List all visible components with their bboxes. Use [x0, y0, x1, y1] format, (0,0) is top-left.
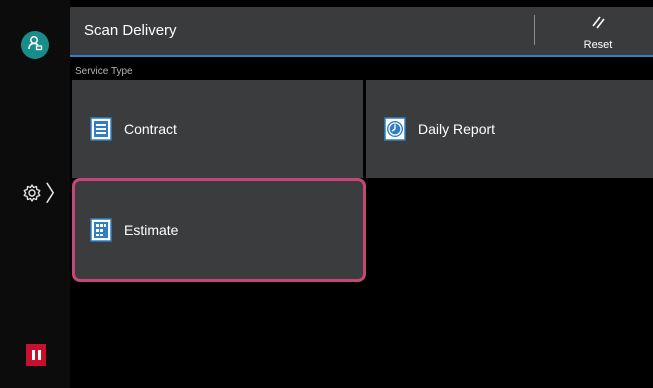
- document-list-icon: [90, 117, 112, 141]
- header-bar: Scan Delivery Reset: [70, 7, 653, 57]
- header-divider: [534, 15, 535, 45]
- tile-contract[interactable]: Contract: [72, 80, 363, 178]
- tile-daily-report-label: Daily Report: [418, 121, 496, 137]
- service-type-label: Service Type: [75, 66, 133, 77]
- reset-button[interactable]: Reset: [568, 12, 628, 52]
- tile-estimate[interactable]: Estimate: [72, 178, 366, 282]
- reset-label: Reset: [583, 39, 613, 51]
- pause-icon-bar-left: [31, 350, 35, 360]
- clock-icon: [384, 117, 406, 141]
- reset-icon: [588, 12, 608, 37]
- gear-icon: [22, 183, 42, 208]
- chevron-right-icon: 〉: [45, 181, 68, 206]
- tile-daily-report[interactable]: Daily Report: [366, 80, 653, 178]
- left-rail: 〉: [0, 0, 70, 388]
- calculator-document-icon: [90, 218, 112, 242]
- pause-button[interactable]: [26, 344, 46, 366]
- pause-icon-bar-right: [37, 350, 41, 360]
- tile-estimate-label: Estimate: [124, 222, 179, 238]
- settings-button[interactable]: 〉: [22, 180, 68, 210]
- page-title: Scan Delivery: [84, 22, 177, 39]
- user-icon: [26, 34, 44, 57]
- user-button[interactable]: [21, 31, 49, 59]
- tile-contract-label: Contract: [124, 121, 177, 137]
